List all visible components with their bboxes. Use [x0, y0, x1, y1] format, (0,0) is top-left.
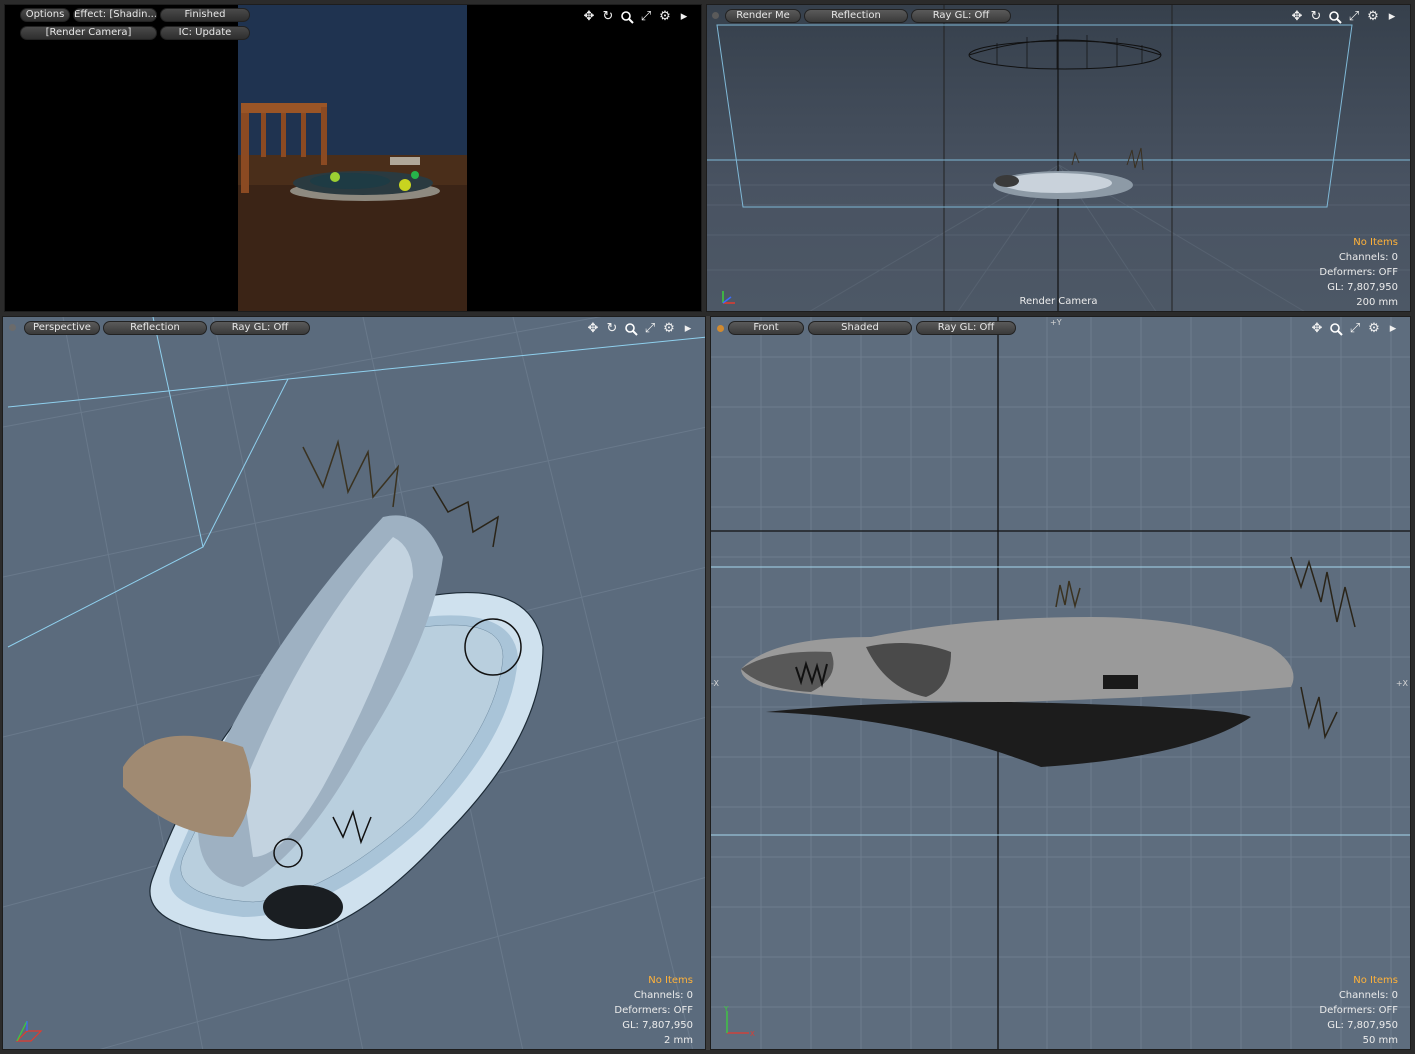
maximize-icon[interactable]: ⤢: [642, 321, 658, 337]
axis-gizmo-icon: Y X: [723, 1005, 755, 1038]
axis-label-neg-x: -X: [711, 679, 719, 688]
camera-nav-icons: ✥ ↻ ⤢ ⚙ ▸: [1289, 9, 1400, 25]
settings-gear-icon[interactable]: ⚙: [1365, 9, 1381, 25]
viewport-menu-dot[interactable]: [717, 325, 724, 332]
raygl-toggle[interactable]: Ray GL: Off: [911, 9, 1011, 23]
front-viewport[interactable]: Front Shaded Ray GL: Off +Y -X +X ✥ ⤢ ⚙ …: [710, 316, 1411, 1050]
options-button[interactable]: Options: [20, 8, 70, 22]
move-icon[interactable]: ✥: [1309, 321, 1325, 337]
channels-label: Channels: 0: [1338, 252, 1398, 263]
zoom-icon[interactable]: [619, 9, 635, 25]
zoom-icon[interactable]: [1327, 9, 1343, 25]
move-icon[interactable]: ✥: [581, 9, 597, 25]
front-nav-icons: ✥ ⤢ ⚙ ▸: [1309, 321, 1401, 337]
axis-label-pos-x: +X: [1395, 679, 1408, 688]
shading-dropdown[interactable]: Reflection: [804, 9, 908, 23]
svg-text:Y: Y: [723, 1005, 729, 1013]
perspective-nav-icons: ✥ ↻ ⤢ ⚙ ▸: [585, 321, 696, 337]
render-preview-image: [238, 5, 467, 311]
deformers-label: Deformers: OFF: [1319, 267, 1398, 278]
expand-arrow-icon[interactable]: ▸: [1384, 9, 1400, 25]
deformers-label: Deformers: OFF: [1319, 1005, 1398, 1016]
channels-label: Channels: 0: [633, 990, 693, 1001]
viewport-menu-dot[interactable]: [9, 324, 16, 331]
no-items-label: No Items: [648, 975, 693, 986]
raygl-toggle[interactable]: Ray GL: Off: [210, 321, 310, 335]
zoom-icon[interactable]: [623, 321, 639, 337]
maximize-icon[interactable]: ⤢: [1346, 9, 1362, 25]
deformers-label: Deformers: OFF: [614, 1005, 693, 1016]
axis-gizmo-icon: [15, 1020, 43, 1042]
render-camera-dropdown[interactable]: [Render Camera]: [20, 26, 157, 40]
svg-text:X: X: [750, 1030, 755, 1038]
perspective-scene: [3, 317, 705, 1049]
expand-arrow-icon[interactable]: ▸: [676, 9, 692, 25]
camera-name-label: Render Camera: [1019, 296, 1098, 307]
grid-scale-label: 2 mm: [663, 1035, 693, 1046]
settings-gear-icon[interactable]: ⚙: [1366, 321, 1382, 337]
render-viewport[interactable]: Options Effect: [Shadin... Finished [Ren…: [4, 4, 702, 312]
channels-label: Channels: 0: [1338, 990, 1398, 1001]
front-info-panel: No Items Channels: 0 Deformers: OFF GL: …: [1319, 973, 1398, 1048]
no-items-label: No Items: [1353, 975, 1398, 986]
zoom-icon[interactable]: [1328, 321, 1344, 337]
move-icon[interactable]: ✥: [585, 321, 601, 337]
move-icon[interactable]: ✥: [1289, 9, 1305, 25]
gl-count-label: GL: 7,807,950: [1327, 1020, 1398, 1031]
settings-gear-icon[interactable]: ⚙: [661, 321, 677, 337]
shading-dropdown[interactable]: Reflection: [103, 321, 207, 335]
gl-count-label: GL: 7,807,950: [1327, 282, 1398, 293]
viewport-menu-dot[interactable]: [712, 12, 719, 19]
perspective-viewport[interactable]: Perspective Reflection Ray GL: Off ✥ ↻ ⤢…: [2, 316, 706, 1050]
view-type-dropdown[interactable]: Render Me: [725, 9, 801, 23]
perspective-info-panel: No Items Channels: 0 Deformers: OFF GL: …: [614, 973, 693, 1048]
ic-update-button[interactable]: IC: Update: [160, 26, 250, 40]
maximize-icon[interactable]: ⤢: [638, 9, 654, 25]
expand-arrow-icon[interactable]: ▸: [680, 321, 696, 337]
rotate-icon[interactable]: ↻: [600, 9, 616, 25]
axis-label-y: +Y: [1050, 318, 1062, 327]
camera-scene-grid: [707, 5, 1410, 311]
camera-viewport[interactable]: Render Me Reflection Ray GL: Off ✥ ↻ ⤢ ⚙…: [706, 4, 1411, 312]
rotate-icon[interactable]: ↻: [1308, 9, 1324, 25]
maximize-icon[interactable]: ⤢: [1347, 321, 1363, 337]
expand-arrow-icon[interactable]: ▸: [1385, 321, 1401, 337]
front-scene-grid: [711, 317, 1410, 1049]
view-type-dropdown[interactable]: Perspective: [24, 321, 100, 335]
no-items-label: No Items: [1353, 237, 1398, 248]
shading-dropdown[interactable]: Shaded: [808, 321, 912, 335]
effect-dropdown[interactable]: Effect: [Shadin...: [73, 8, 157, 22]
raygl-toggle[interactable]: Ray GL: Off: [916, 321, 1016, 335]
render-status-button[interactable]: Finished: [160, 8, 250, 22]
rotate-icon[interactable]: ↻: [604, 321, 620, 337]
view-type-dropdown[interactable]: Front: [728, 321, 804, 335]
settings-gear-icon[interactable]: ⚙: [657, 9, 673, 25]
gl-count-label: GL: 7,807,950: [622, 1020, 693, 1031]
render-nav-icons: ✥ ↻ ⤢ ⚙ ▸: [581, 9, 692, 25]
grid-scale-label: 50 mm: [1362, 1035, 1398, 1046]
